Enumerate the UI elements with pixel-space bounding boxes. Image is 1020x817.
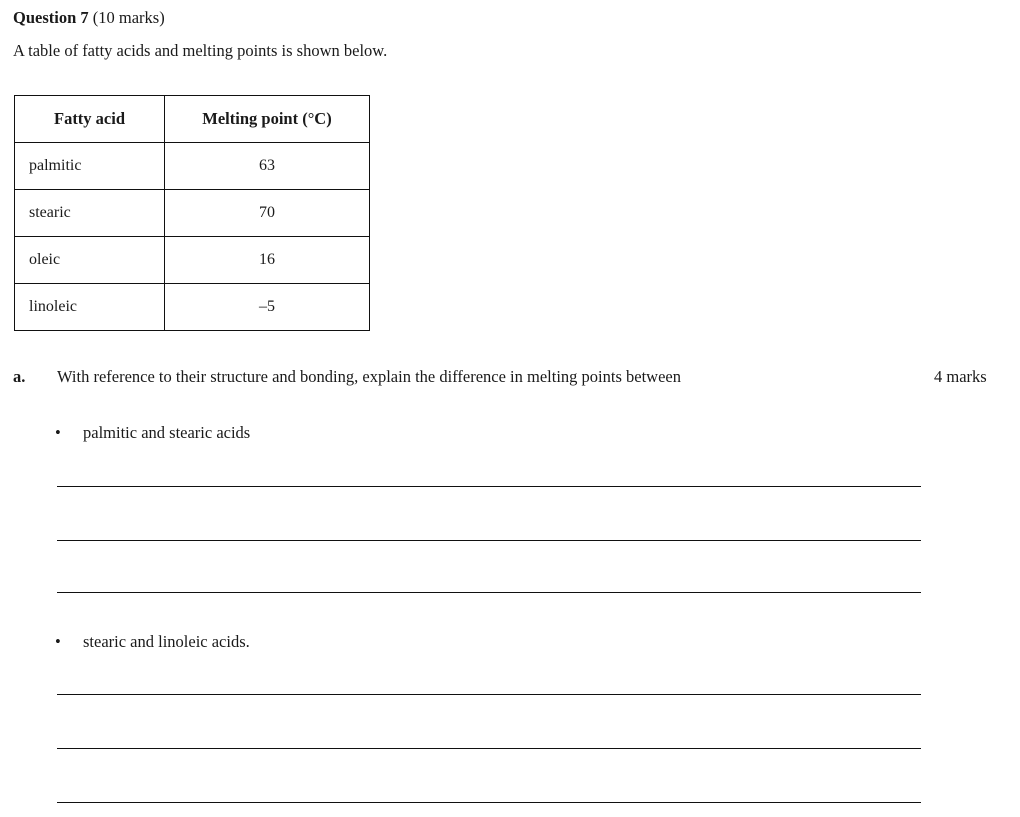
question-intro-text: A table of fatty acids and melting point… [13, 41, 388, 60]
cell-acid-name: stearic [14, 189, 165, 237]
bullet-text: stearic and linoleic acids. [83, 632, 250, 651]
table-header-row: Fatty acid Melting point (°C) [14, 95, 370, 143]
question-total-marks: (10 marks) [88, 8, 165, 27]
page-title: Question 7 (10 marks) [13, 8, 165, 28]
cell-melting-point: 70 [164, 189, 370, 237]
answer-line[interactable] [57, 802, 921, 803]
bullet-dot-icon: • [55, 423, 61, 442]
table-row: stearic 70 [14, 189, 370, 237]
cell-melting-point: 16 [164, 236, 370, 284]
bullet-dot-icon: • [55, 632, 61, 651]
question-number: Question 7 [13, 8, 89, 27]
answer-line[interactable] [57, 486, 921, 487]
cell-melting-point: 63 [164, 142, 370, 190]
exam-page: Question 7 (10 marks) A table of fatty a… [0, 0, 1020, 817]
cell-acid-name: oleic [14, 236, 165, 284]
fatty-acid-table: Fatty acid Melting point (°C) palmitic 6… [14, 95, 370, 331]
answer-line[interactable] [57, 748, 921, 749]
answer-line[interactable] [57, 694, 921, 695]
part-label: a. [13, 367, 26, 386]
table-row: oleic 16 [14, 236, 370, 284]
part-marks-allocation: 4 marks [934, 367, 987, 386]
table-row: linoleic –5 [14, 283, 370, 331]
table-row: palmitic 63 [14, 142, 370, 190]
column-header-fatty-acid: Fatty acid [14, 95, 165, 143]
answer-line[interactable] [57, 592, 921, 593]
bullet-text: palmitic and stearic acids [83, 423, 251, 442]
column-header-melting-point: Melting point (°C) [164, 95, 370, 143]
answer-line[interactable] [57, 540, 921, 541]
cell-acid-name: linoleic [14, 283, 165, 331]
cell-acid-name: palmitic [14, 142, 165, 190]
part-question-text: With reference to their structure and bo… [57, 367, 681, 386]
cell-melting-point: –5 [164, 283, 370, 331]
